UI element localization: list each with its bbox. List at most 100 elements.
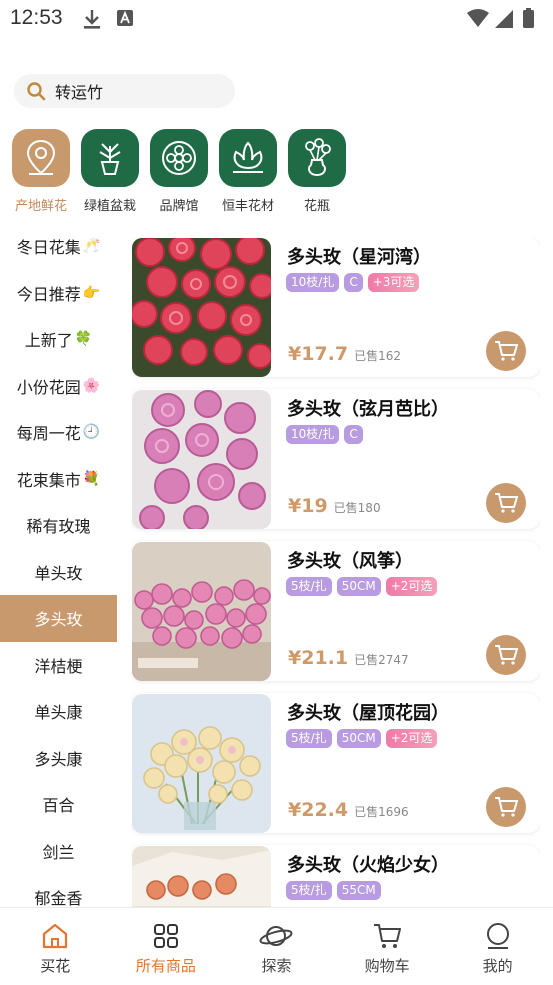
sold-count: 已售180: [333, 501, 381, 515]
cart-icon: [495, 645, 518, 665]
nav-label: 买花: [40, 957, 71, 975]
sidebar-item[interactable]: 单头玫: [0, 549, 117, 596]
sidebar-item-label: 单头康: [34, 703, 83, 723]
sidebar-item-label: 小份花园: [16, 377, 81, 397]
nav-buy-flowers[interactable]: 买花: [0, 908, 111, 985]
product-price: ¥22.4 已售1696: [288, 799, 409, 821]
product-card[interactable]: 多头玫（火焰少女） 5枝/扎 55CM: [131, 845, 540, 907]
sidebar-item[interactable]: 每周一花 🕘: [0, 409, 117, 456]
sidebar-item-label: 冬日花集: [16, 238, 81, 258]
nav-label: 探索: [261, 957, 292, 975]
home-icon: [43, 923, 68, 949]
category-icon-bg: [288, 129, 346, 187]
add-to-cart-button[interactable]: [486, 483, 526, 523]
sidebar-item[interactable]: 上新了 🍀: [0, 316, 117, 363]
sidebar-item[interactable]: 花束集市 💐: [0, 456, 117, 503]
nav-profile[interactable]: 我的: [442, 908, 553, 985]
cart-icon: [495, 797, 518, 817]
sidebar-item[interactable]: 百合: [0, 781, 117, 828]
product-image[interactable]: [132, 390, 271, 529]
add-to-cart-button[interactable]: [486, 787, 526, 827]
category-hengfeng-materials[interactable]: 恒丰花材: [219, 129, 277, 214]
tag-spec: 5枝/扎: [286, 577, 332, 596]
sidebar-emoji: 🌸: [82, 377, 101, 394]
sidebar-item-active[interactable]: 多头玫: [0, 595, 117, 642]
add-to-cart-button[interactable]: [486, 635, 526, 675]
tag-grade: C: [344, 273, 363, 292]
sidebar-item-label: 郁金香: [34, 889, 83, 907]
sidebar-item[interactable]: 今日推荐 👉: [0, 270, 117, 317]
sidebar-item[interactable]: 郁金香: [0, 874, 117, 907]
sidebar-item[interactable]: 洋桔梗: [0, 642, 117, 689]
tag-options: +2可选: [385, 729, 438, 748]
category-green-plants[interactable]: 绿植盆栽: [81, 129, 139, 214]
sidebar-item[interactable]: 小份花园 🌸: [0, 363, 117, 410]
nav-label: 所有商品: [135, 957, 196, 975]
tag-spec: 5枝/扎: [286, 881, 332, 900]
vase-icon: [305, 138, 331, 177]
product-name: 多头玫（星河湾）: [287, 247, 431, 268]
product-card[interactable]: 多头玫（风筝） 5枝/扎 50CM +2可选 ¥21.1 已售2747: [131, 541, 540, 681]
product-image[interactable]: [132, 238, 271, 377]
product-tags: 10枝/扎 C +3可选: [286, 273, 424, 292]
sidebar-item-label: 花束集市: [16, 470, 81, 490]
product-card[interactable]: 多头玫（星河湾） 10枝/扎 C +3可选 ¥17.7 已售162: [131, 237, 540, 377]
product-tags: 5枝/扎 50CM +2可选: [286, 577, 442, 596]
sidebar-item[interactable]: 稀有玫瑰: [0, 502, 117, 549]
product-image[interactable]: [132, 846, 271, 907]
profile-icon: [486, 923, 509, 949]
search-input[interactable]: 转运竹: [55, 79, 103, 103]
product-list: 多头玫（星河湾） 10枝/扎 C +3可选 ¥17.7 已售162 多头玫（弦月…: [131, 237, 540, 907]
sidebar-item-label: 多头康: [34, 749, 83, 769]
cart-icon: [374, 924, 402, 948]
flower-material-icon: [233, 141, 263, 173]
product-name: 多头玫（屋顶花园）: [287, 703, 449, 724]
price-value: ¥19: [288, 495, 328, 517]
price-value: ¥17.7: [288, 343, 349, 365]
product-tags: 5枝/扎 55CM: [286, 881, 386, 900]
nav-explore[interactable]: 探索: [221, 908, 332, 985]
product-price: ¥19 已售180: [288, 495, 381, 517]
category-label: 绿植盆栽: [83, 199, 136, 214]
sidebar-item[interactable]: 多头康: [0, 735, 117, 782]
a-icon: [117, 10, 133, 26]
nav-all-products[interactable]: 所有商品: [111, 908, 222, 985]
nav-label: 我的: [482, 957, 513, 975]
product-name: 多头玫（风筝）: [287, 551, 413, 572]
product-price: ¥17.7 已售162: [288, 343, 401, 365]
sidebar-emoji: 🍀: [74, 331, 93, 348]
product-card[interactable]: 多头玫（屋顶花园） 5枝/扎 50CM +2可选 ¥22.4 已售1696: [131, 693, 540, 833]
planet-icon: [259, 926, 293, 946]
product-card[interactable]: 多头玫（弦月芭比） 10枝/扎 C ¥19 已售180: [131, 389, 540, 529]
nav-cart[interactable]: 购物车: [332, 908, 443, 985]
nav-label: 购物车: [364, 957, 410, 975]
tag-length: 55CM: [336, 881, 381, 900]
category-origin-flowers[interactable]: 产地鲜花: [12, 129, 70, 214]
sold-count: 已售162: [354, 349, 402, 363]
sidebar-item-label: 百合: [42, 796, 75, 816]
category-label: 恒丰花材: [221, 199, 274, 214]
category-vase[interactable]: 花瓶: [288, 129, 346, 214]
wifi-icon: [467, 9, 489, 27]
category-label: 产地鲜花: [14, 199, 67, 214]
product-tags: 5枝/扎 50CM +2可选: [286, 729, 442, 748]
potted-plant-icon: [99, 143, 121, 175]
sidebar-item-label: 今日推荐: [16, 284, 81, 304]
sidebar-item[interactable]: 冬日花集 🥂: [0, 223, 117, 270]
product-image[interactable]: [132, 694, 271, 833]
sold-count: 已售2747: [354, 653, 409, 667]
product-image[interactable]: [132, 542, 271, 681]
sold-count: 已售1696: [354, 805, 409, 819]
category-row: 产地鲜花 绿植盆栽 品牌馆 恒丰花材 花瓶: [12, 129, 357, 214]
add-to-cart-button[interactable]: [486, 331, 526, 371]
sidebar-item[interactable]: 单头康: [0, 688, 117, 735]
product-tags: 10枝/扎 C: [286, 425, 368, 444]
category-icon-bg: [219, 129, 277, 187]
sidebar-item[interactable]: 剑兰: [0, 828, 117, 875]
category-brand-hall[interactable]: 品牌馆: [150, 129, 208, 214]
sidebar-emoji: 🥂: [82, 238, 101, 255]
search-bar[interactable]: 转运竹: [14, 74, 235, 108]
sidebar-item-label: 上新了: [24, 331, 73, 351]
category-icon-bg: [12, 129, 70, 187]
sidebar-emoji: 💐: [82, 470, 101, 487]
